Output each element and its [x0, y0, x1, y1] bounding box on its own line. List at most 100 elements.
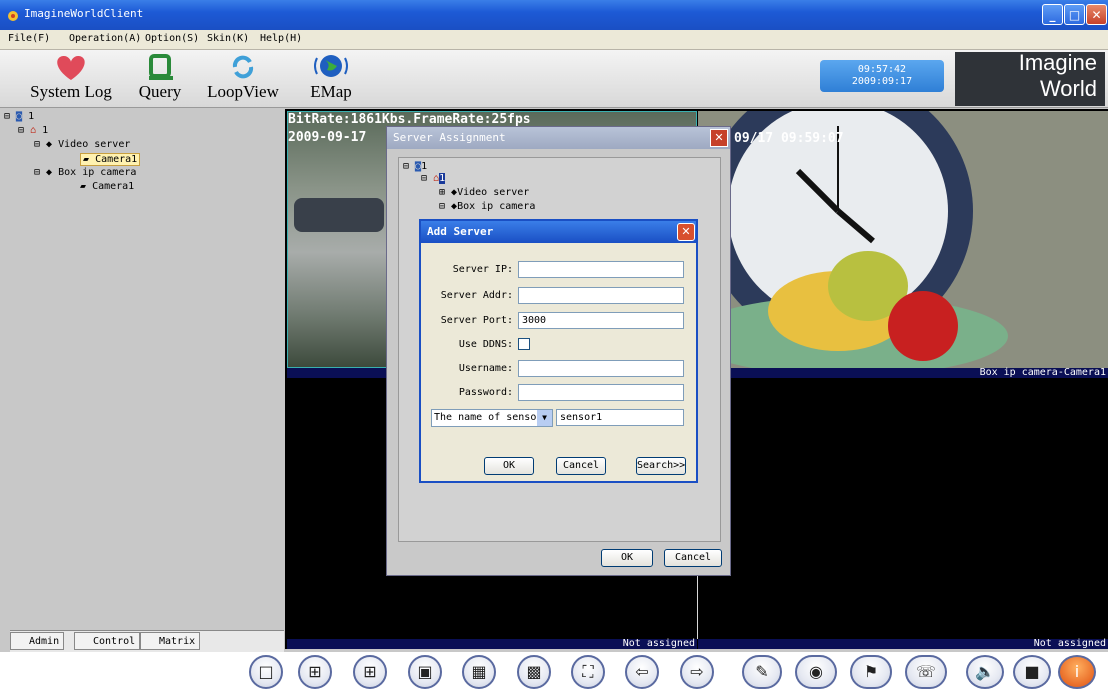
record-icon: ⚑ [863, 662, 879, 681]
parked-car [294, 198, 384, 232]
maximize-button[interactable]: □ [1064, 4, 1085, 25]
close-button[interactable]: ✕ [1086, 4, 1107, 25]
arrow-right-icon: ⇨ [690, 662, 704, 681]
clock-overlay: 09/17 09:59:07 [734, 131, 844, 146]
search-button[interactable]: Search>> [636, 457, 686, 475]
speaker-icon: 🔈 [975, 662, 995, 681]
camera-icon: ▰ [80, 181, 87, 192]
tab-admin[interactable]: Admin [10, 632, 65, 650]
emap-button[interactable]: EMap [298, 52, 364, 102]
previous-button[interactable]: ⇦ [625, 655, 659, 689]
layout-8-button[interactable]: ▣ [408, 655, 442, 689]
server-addr-input[interactable] [518, 287, 684, 304]
heart-icon [28, 52, 114, 82]
minimize-button[interactable]: _ [1042, 4, 1063, 25]
brand-logo: Imagine World [955, 50, 1105, 106]
fullscreen-icon: ⛶ [582, 662, 594, 681]
server-icon: ◆ [46, 139, 53, 150]
fullscreen-button[interactable]: ⛶ [571, 655, 605, 689]
assignment-cancel-button[interactable]: Cancel [664, 549, 722, 567]
tree-site[interactable]: ⊟ ⌂ 1 [18, 125, 48, 136]
video-panel-2[interactable]: 09/17 09:59:07 [698, 111, 1108, 368]
server-ip-label: Server IP: [452, 264, 513, 275]
audio-button[interactable]: 🔈 [966, 655, 1004, 689]
ptz-icon: ✎ [755, 662, 769, 681]
add-server-close-button[interactable]: ✕ [677, 223, 695, 241]
chevron-down-icon[interactable]: ▼ [537, 410, 552, 426]
layout-16-icon: ▩ [526, 662, 542, 681]
use-ddns-label: Use DDNS: [458, 339, 513, 350]
layout-4-icon: ⊞ [308, 662, 322, 681]
server-port-input[interactable]: 3000 [518, 312, 684, 329]
window-title: ImagineWorldClient [24, 7, 144, 20]
server-icon: ◆ [46, 167, 53, 178]
layout-1-icon: □ [258, 662, 274, 681]
server-assignment-title: Server Assignment [393, 131, 506, 144]
next-button[interactable]: ⇨ [680, 655, 714, 689]
network-icon: ◙ [16, 111, 23, 122]
logo-line1: Imagine [1018, 50, 1097, 75]
sensor-name-input[interactable]: sensor1 [556, 409, 684, 426]
clock-scene [698, 111, 1108, 368]
layout-16-button[interactable]: ▩ [517, 655, 551, 689]
server-port-label: Server Port: [440, 315, 513, 326]
layout-9-button[interactable]: ▦ [462, 655, 496, 689]
bitrate-overlay: BitRate:1861Kbs.FrameRate:25fps [288, 112, 531, 127]
assign-tree-box-ip-camera[interactable]: ⊟ ◆Box ip camera [439, 201, 535, 212]
record-button[interactable]: ⚑ [850, 655, 892, 689]
layout-1-button[interactable]: □ [249, 655, 283, 689]
tree-box-ip-camera[interactable]: ⊟ ◆ Box ip camera [34, 167, 136, 178]
loop-icon [203, 52, 283, 82]
add-server-cancel-button[interactable]: Cancel [556, 457, 606, 475]
talk-icon: ☏ [915, 662, 936, 681]
video-icon: ■ [1024, 662, 1040, 681]
tree-root[interactable]: ⊟ ◙ 1 [4, 111, 34, 122]
tree-camera1-box[interactable]: ▰ Camera1 [80, 181, 134, 192]
server-ip-input[interactable] [518, 261, 684, 278]
server-assignment-close-button[interactable]: ✕ [710, 129, 728, 147]
tab-matrix[interactable]: Matrix [140, 632, 201, 650]
panel4-footer: Not assigned [698, 639, 1108, 649]
username-input[interactable] [518, 360, 684, 377]
layout-6-icon: ⊞ [363, 662, 377, 681]
clock-display: 09:57:42 2009:09:17 [820, 60, 944, 92]
site-icon: ⌂ [30, 125, 37, 136]
assign-tree-video-server[interactable]: ⊞ ◆Video server [439, 187, 529, 198]
server-addr-label: Server Addr: [440, 290, 513, 301]
panel3-footer: Not assigned [287, 639, 697, 649]
talk-button[interactable]: ☏ [905, 655, 947, 689]
globe-icon [298, 52, 364, 82]
layout-4-button[interactable]: ⊞ [298, 655, 332, 689]
add-server-dialog: Add Server ✕ Server IP: Server Addr: Ser… [419, 219, 698, 483]
tab-control[interactable]: Control [74, 632, 141, 650]
date-overlay: 2009-09-17 [288, 130, 367, 145]
sensor-select[interactable]: The name of sensor1 ▼ [431, 409, 553, 427]
loopview-button[interactable]: LoopView [203, 52, 283, 102]
add-server-ok-button[interactable]: OK [484, 457, 534, 475]
device-tree-panel [0, 109, 284, 629]
camera-icon: ▰ [83, 154, 90, 165]
layout-6-button[interactable]: ⊞ [353, 655, 387, 689]
use-ddns-checkbox[interactable] [518, 338, 530, 350]
snapshot-button[interactable]: ◉ [795, 655, 837, 689]
assign-tree-root[interactable]: ⊟ ◙1 [403, 161, 427, 172]
assignment-ok-button[interactable]: OK [601, 549, 653, 567]
video-call-button[interactable]: ■ [1013, 655, 1051, 689]
menu-option[interactable]: Option(S) [145, 33, 199, 44]
arrow-left-icon: ⇦ [635, 662, 649, 681]
ptz-button[interactable]: ✎ [742, 655, 782, 689]
tree-video-server[interactable]: ⊟ ◆ Video server [34, 139, 130, 150]
password-input[interactable] [518, 384, 684, 401]
assign-tree-site[interactable]: ⊟ ⌂1 [421, 173, 446, 184]
query-button[interactable]: Query [130, 52, 190, 102]
menu-help[interactable]: Help(H) [260, 33, 302, 44]
menu-file[interactable]: File(F) [8, 33, 50, 44]
tree-camera1-video[interactable]: ▰ Camera1 [80, 153, 141, 166]
menu-operation[interactable]: Operation(A) [69, 33, 141, 44]
system-log-button[interactable]: System Log [28, 52, 114, 102]
camera-icon: ◉ [809, 662, 823, 681]
layout-9-icon: ▦ [471, 662, 487, 681]
info-button[interactable]: i [1058, 655, 1096, 689]
menu-skin[interactable]: Skin(K) [207, 33, 249, 44]
username-label: Username: [458, 363, 513, 374]
